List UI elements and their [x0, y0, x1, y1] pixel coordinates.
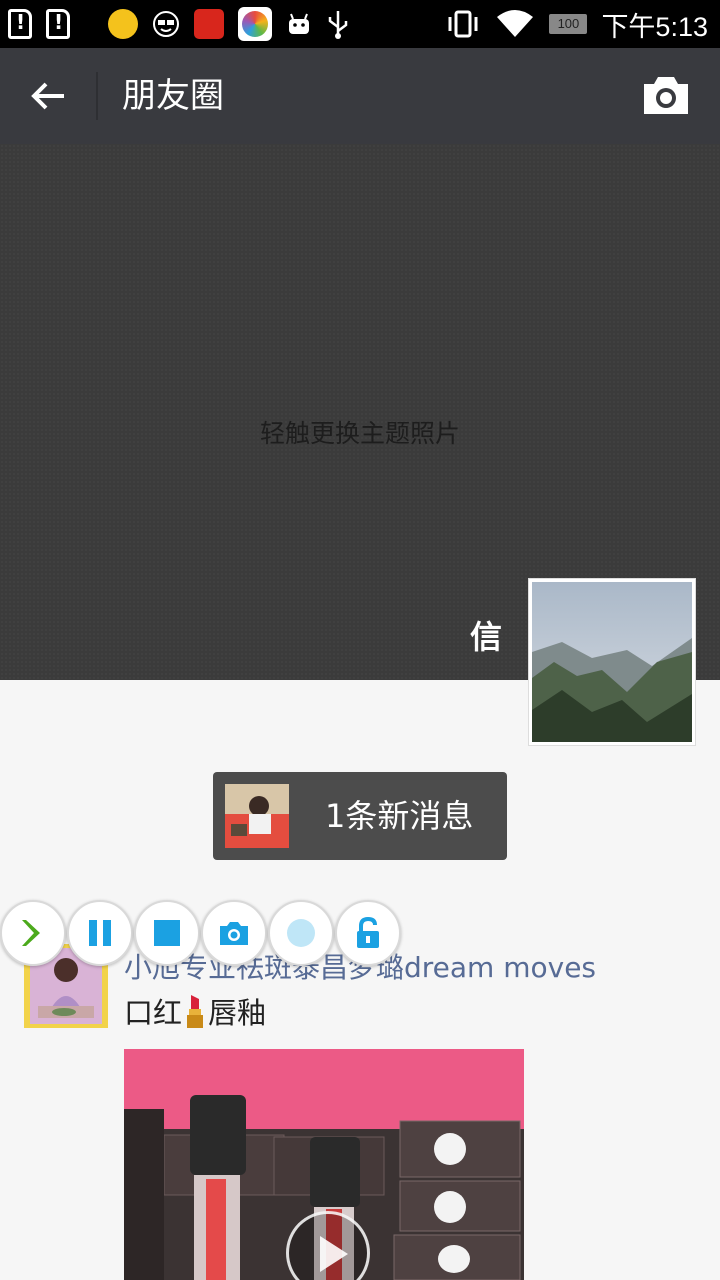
record-button[interactable]	[268, 900, 334, 966]
unlock-icon	[357, 916, 379, 948]
pause-button[interactable]	[67, 900, 133, 966]
camera-icon[interactable]	[640, 72, 692, 120]
stop-button[interactable]	[134, 900, 200, 966]
sim-alert-icon	[8, 9, 32, 39]
post-content: 口红 唇釉	[124, 990, 266, 1032]
collapse-toolbar-button[interactable]	[0, 900, 66, 966]
back-arrow-icon[interactable]	[24, 72, 72, 120]
status-bar: 100 下午5:13	[0, 0, 720, 48]
new-message-notice[interactable]: 1条新消息	[213, 772, 507, 860]
android-icon	[289, 13, 309, 34]
news-app-icon	[194, 9, 224, 39]
action-bar-divider	[96, 72, 98, 120]
mountain-photo	[532, 582, 692, 742]
vibrate-icon	[448, 10, 478, 38]
change-cover-hint: 轻触更换主题照片	[259, 419, 460, 448]
notification-icons	[8, 6, 350, 42]
user-avatar[interactable]	[528, 578, 696, 746]
chevron-right-icon	[22, 920, 40, 946]
new-message-avatar	[225, 784, 289, 848]
lipstick-emoji-icon	[187, 995, 204, 1028]
post-video-thumbnail[interactable]	[124, 1049, 524, 1280]
security-app-icon	[108, 9, 138, 39]
system-status: 100 下午5:13	[445, 6, 708, 42]
battery-indicator: 100	[549, 14, 588, 34]
stop-icon	[154, 920, 180, 946]
clock: 下午5:13	[601, 11, 708, 42]
new-message-label: 1条新消息	[325, 797, 474, 835]
lock-button[interactable]	[335, 900, 401, 966]
action-bar: 朋友圈	[0, 48, 720, 144]
glasses-face-icon	[153, 11, 179, 37]
pause-icon	[89, 920, 111, 946]
post-text-after: 唇釉	[208, 996, 267, 1030]
post-text-before: 口红	[124, 996, 183, 1030]
camera-icon	[220, 922, 248, 945]
sim-alert-icon	[46, 9, 70, 39]
store-app-icon	[238, 7, 272, 41]
wifi-icon	[497, 10, 534, 37]
user-nickname: 信	[470, 618, 503, 656]
record-dot-icon	[287, 919, 315, 947]
page-title: 朋友圈	[122, 76, 224, 116]
screenshot-button[interactable]	[201, 900, 267, 966]
usb-icon	[328, 11, 348, 39]
